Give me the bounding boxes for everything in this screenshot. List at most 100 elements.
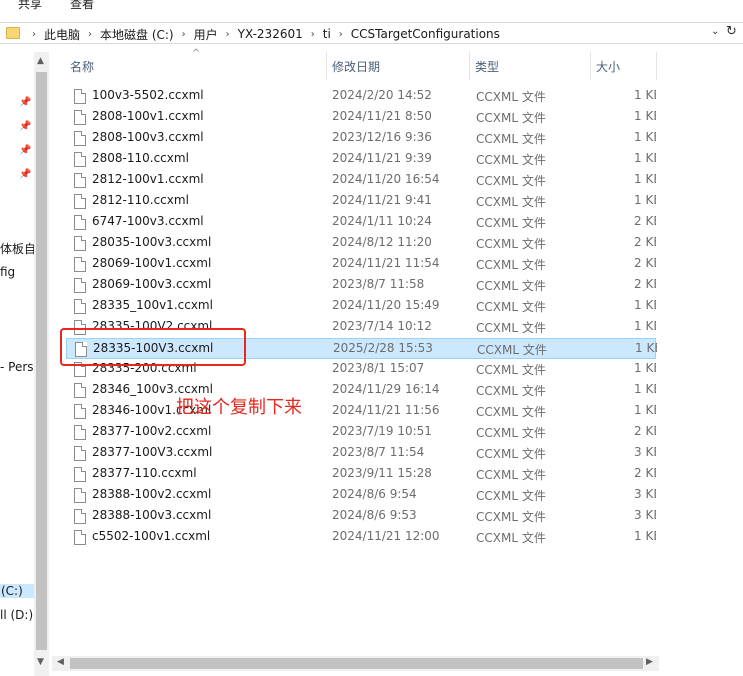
- file-size: 1 KB: [634, 193, 656, 207]
- folder-icon: [6, 27, 20, 39]
- chevron-down-icon[interactable]: ⌄: [711, 26, 719, 37]
- file-date: 2024/11/21 9:39: [332, 151, 432, 165]
- file-date: 2024/11/20 16:54: [332, 172, 440, 186]
- file-row[interactable]: 28377-100v2.ccxml 2023/7/19 10:51 CCXML 文件…: [66, 422, 656, 443]
- file-icon: [74, 110, 86, 125]
- file-icon: [74, 194, 86, 209]
- file-date: 2023/12/16 9:36: [332, 130, 432, 144]
- file-date: 2024/11/20 15:49: [332, 298, 440, 312]
- column-divider[interactable]: [326, 52, 327, 80]
- file-row[interactable]: 28377-100V3.ccxml 2023/8/7 11:54 CCXML 文件 3…: [66, 443, 656, 464]
- file-row[interactable]: 28388-100v2.ccxml 2024/8/6 9:54 CCXML 文件 3 …: [66, 485, 656, 506]
- breadcrumb-separator-icon[interactable]: ›: [32, 29, 36, 40]
- file-row[interactable]: 28346-100v1.ccxml 2024/11/21 11:56 CCXML 文…: [66, 401, 656, 422]
- file-row[interactable]: 2808-100v1.ccxml 2024/11/21 8:50 CCXML 文件 1…: [66, 107, 656, 128]
- breadcrumb-separator-icon[interactable]: ›: [311, 29, 315, 40]
- file-size: 1 KB: [635, 341, 657, 355]
- file-size: 1 KB: [634, 172, 656, 186]
- file-row[interactable]: 28335_100v1.ccxml 2024/11/20 15:49 CCXML 文…: [66, 296, 656, 317]
- breadcrumb-item[interactable]: 本地磁盘 (C:): [100, 26, 174, 43]
- file-size: 1 KB: [634, 298, 656, 312]
- file-row[interactable]: 28388-100v3.ccxml 2024/8/6 9:53 CCXML 文件 3 …: [66, 506, 656, 527]
- file-icon: [74, 236, 86, 251]
- file-row[interactable]: 28035-100v3.ccxml 2024/8/12 11:20 CCXML 文件…: [66, 233, 656, 254]
- horizontal-scrollbar[interactable]: ◀ ▶: [52, 656, 659, 671]
- file-row[interactable]: 28069-100v3.ccxml 2023/8/7 11:58 CCXML 文件 2…: [66, 275, 656, 296]
- file-size: 3 KB: [634, 487, 656, 501]
- file-size: 2 KB: [634, 235, 656, 249]
- file-icon: [74, 488, 86, 503]
- file-name: 28377-110.ccxml: [92, 466, 197, 480]
- file-row[interactable]: 2808-110.ccxml 2024/11/21 9:39 CCXML 文件 1 K…: [66, 149, 656, 170]
- file-type: CCXML 文件: [476, 531, 546, 545]
- file-name: 28377-100v2.ccxml: [92, 424, 212, 438]
- file-row[interactable]: 2812-110.ccxml 2024/11/21 9:41 CCXML 文件 1 K…: [66, 191, 656, 212]
- file-row[interactable]: 28069-100v1.ccxml 2024/11/21 11:54 CCXML 文…: [66, 254, 656, 275]
- file-date: 2025/2/28 15:53: [333, 341, 433, 355]
- file-date: 2023/7/14 10:12: [332, 319, 432, 333]
- breadcrumb-separator-icon[interactable]: ›: [339, 29, 343, 40]
- file-row[interactable]: 28377-110.ccxml 2023/9/11 15:28 CCXML 文件 2 …: [66, 464, 656, 485]
- file-type: CCXML 文件: [476, 321, 546, 335]
- breadcrumb-item[interactable]: 此电脑: [44, 26, 80, 43]
- file-date: 2024/8/6 9:54: [332, 487, 417, 501]
- file-name: 2808-110.ccxml: [92, 151, 189, 165]
- scroll-down-icon[interactable]: ▼: [37, 657, 44, 667]
- scroll-left-icon[interactable]: ◀: [57, 657, 64, 667]
- file-size: 2 KB: [634, 466, 656, 480]
- nav-item-drive-c[interactable]: (C:): [0, 584, 34, 598]
- column-divider[interactable]: [469, 52, 470, 80]
- file-row[interactable]: c5502-100v1.ccxml 2024/11/21 12:00 CCXML 文…: [66, 527, 656, 548]
- file-date: 2023/9/11 15:28: [332, 466, 432, 480]
- column-divider[interactable]: [590, 52, 591, 80]
- file-icon: [74, 257, 86, 272]
- breadcrumb-separator-icon[interactable]: ›: [182, 29, 186, 40]
- nav-item-partial[interactable]: fig: [0, 265, 15, 279]
- file-size: 2 KB: [634, 277, 656, 291]
- file-row[interactable]: 6747-100v3.ccxml 2024/1/11 10:24 CCXML 文件 2…: [66, 212, 656, 233]
- nav-item-drive-d[interactable]: ll (D:): [0, 608, 33, 622]
- file-size: 1 KB: [634, 361, 656, 375]
- breadcrumb-separator-icon[interactable]: ›: [88, 29, 92, 40]
- scroll-thumb[interactable]: [36, 72, 47, 650]
- breadcrumb-item[interactable]: YX-232601: [238, 27, 303, 41]
- file-size: 2 KB: [634, 256, 656, 270]
- file-row[interactable]: 2812-100v1.ccxml 2024/11/20 16:54 CCXML 文件…: [66, 170, 656, 191]
- file-row[interactable]: 28346_100v3.ccxml 2024/11/29 16:14 CCXML 文…: [66, 380, 656, 401]
- file-icon: [74, 215, 86, 230]
- file-type: CCXML 文件: [476, 132, 546, 146]
- breadcrumb-separator-icon[interactable]: ›: [226, 29, 230, 40]
- file-date: 2024/8/6 9:53: [332, 508, 417, 522]
- scroll-up-icon[interactable]: ▲: [37, 56, 44, 66]
- file-icon: [74, 446, 86, 461]
- column-header-name[interactable]: 名称: [70, 58, 94, 75]
- file-date: 2024/1/11 10:24: [332, 214, 432, 228]
- file-icon: [74, 152, 86, 167]
- file-icon: [74, 299, 86, 314]
- file-icon: [74, 278, 86, 293]
- column-header-date[interactable]: 修改日期: [332, 58, 380, 75]
- file-name: 100v3-5502.ccxml: [92, 88, 204, 102]
- column-header-type[interactable]: 类型: [475, 58, 499, 75]
- column-divider[interactable]: [656, 52, 657, 80]
- ribbon-tab-share[interactable]: 共享: [18, 0, 42, 12]
- nav-scrollbar[interactable]: ▲ ▼: [34, 52, 49, 676]
- file-row[interactable]: 2808-100v3.ccxml 2023/12/16 9:36 CCXML 文件 1…: [66, 128, 656, 149]
- breadcrumb-item[interactable]: ti: [323, 27, 331, 41]
- file-date: 2023/8/1 15:07: [332, 361, 425, 375]
- annotation-highlight-box: [60, 328, 246, 366]
- scroll-right-icon[interactable]: ▶: [646, 657, 653, 667]
- file-size: 1 KB: [634, 88, 656, 102]
- file-date: 2024/11/21 11:54: [332, 256, 440, 270]
- file-date: 2024/11/21 9:41: [332, 193, 432, 207]
- scroll-thumb[interactable]: [70, 658, 643, 669]
- file-size: 1 KB: [634, 529, 656, 543]
- column-header-size[interactable]: 大小: [596, 58, 620, 75]
- refresh-icon[interactable]: ↻: [726, 24, 737, 39]
- breadcrumb-item[interactable]: 用户: [194, 26, 218, 43]
- sort-up-icon: ^: [192, 48, 201, 59]
- ribbon-tab-view[interactable]: 查看: [70, 0, 94, 12]
- file-row[interactable]: 100v3-5502.ccxml 2024/2/20 14:52 CCXML 文件 1…: [66, 86, 656, 107]
- address-field[interactable]: › 此电脑 › 本地磁盘 (C:) › 用户 › YX-232601 › ti › CCSTarget…: [0, 22, 743, 44]
- breadcrumb-item[interactable]: CCSTargetConfigurations: [351, 27, 500, 41]
